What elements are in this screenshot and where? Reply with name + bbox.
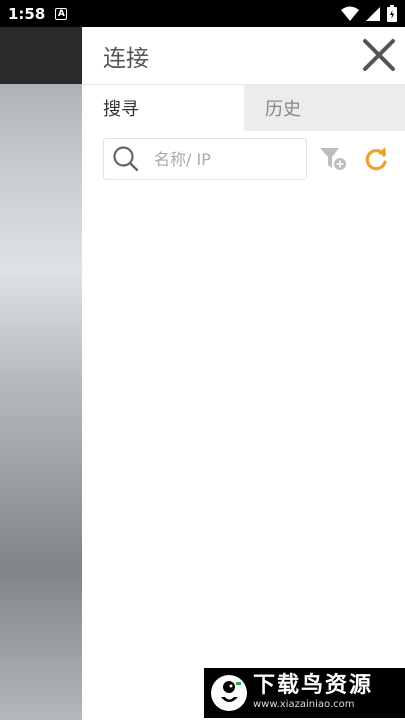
wifi-icon — [341, 6, 359, 21]
notification-icon: A — [55, 7, 68, 20]
search-icon — [113, 146, 139, 172]
battery-icon — [387, 5, 397, 22]
status-icons — [341, 5, 397, 22]
connection-drawer: 连接 搜寻 历史 — [82, 27, 405, 720]
backdrop-overlay[interactable] — [0, 27, 82, 720]
page-title: 连接 — [103, 46, 149, 72]
tab-bar: 搜寻 历史 — [82, 85, 405, 131]
tab-history[interactable]: 历史 — [244, 85, 405, 131]
backdrop-header — [0, 27, 82, 84]
tab-search[interactable]: 搜寻 — [82, 85, 244, 131]
status-time: 1:58 — [8, 4, 46, 23]
signal-icon — [366, 6, 380, 21]
bird-logo-icon — [211, 675, 247, 711]
filter-add-icon[interactable] — [319, 146, 347, 172]
close-icon[interactable] — [361, 37, 397, 73]
search-box[interactable] — [103, 138, 307, 180]
tab-history-label: 历史 — [265, 99, 301, 120]
watermark-title: 下载鸟资源 — [253, 673, 374, 698]
search-input[interactable] — [152, 148, 296, 170]
status-bar: 1:58 A — [0, 0, 405, 27]
tab-search-label: 搜寻 — [103, 99, 139, 120]
watermark-url: www.xiazainiao.com — [253, 699, 355, 710]
watermark-text: 下载鸟资源 www.xiazainiao.com — [253, 674, 373, 712]
watermark-banner: 下载鸟资源 www.xiazainiao.com — [204, 668, 405, 718]
refresh-icon[interactable] — [363, 146, 389, 172]
drawer-header: 连接 — [82, 27, 405, 85]
